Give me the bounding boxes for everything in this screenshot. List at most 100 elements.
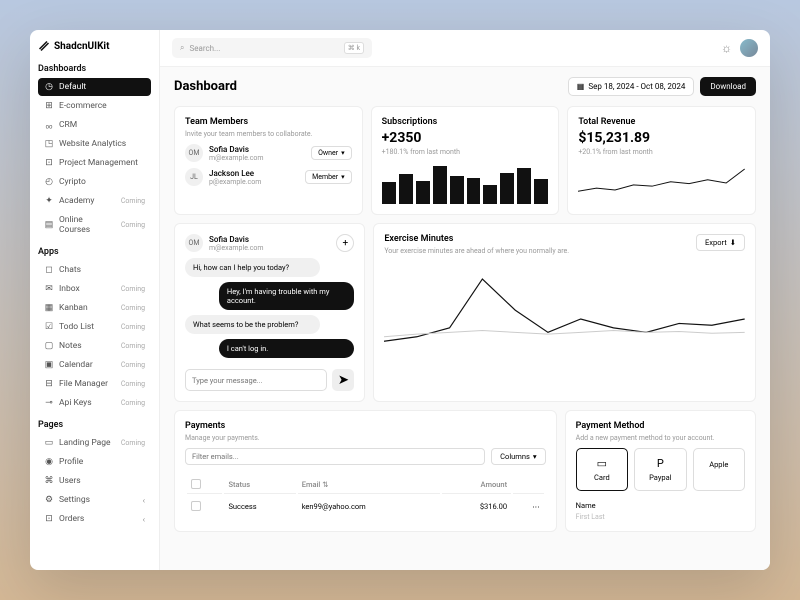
sidebar-item-default[interactable]: ◷Default — [38, 78, 151, 96]
nav-label: Todo List — [59, 322, 94, 332]
select-all-checkbox[interactable] — [191, 479, 201, 489]
sidebar: ShadcnUIKit Dashboards◷Default⊞E-commerc… — [30, 30, 160, 570]
sort-icon: ⇅ — [322, 480, 328, 489]
sidebar-item-file-manager[interactable]: ⊟File ManagerComing — [38, 375, 151, 393]
chat-message: Hi, how can I help you today? — [185, 258, 320, 277]
sidebar-item-todo-list[interactable]: ☑Todo ListComing — [38, 318, 151, 336]
nav-icon: ◷ — [44, 82, 54, 92]
sidebar-item-e-commerce[interactable]: ⊞E-commerce — [38, 97, 151, 115]
sidebar-item-inbox[interactable]: ✉InboxComing — [38, 280, 151, 298]
nav-icon: ◴ — [44, 177, 54, 187]
export-button[interactable]: Export ⬇ — [696, 234, 745, 251]
sidebar-item-website-analytics[interactable]: ◳Website Analytics — [38, 135, 151, 153]
pm-tab-label: Apple — [709, 460, 728, 469]
chat-input[interactable] — [185, 369, 327, 391]
pm-subtitle: Add a new payment method to your account… — [576, 434, 745, 442]
member-avatar: OM — [185, 144, 203, 162]
pm-tab-card[interactable]: ▭Card — [576, 448, 628, 491]
row-menu-icon[interactable]: ⋯ — [532, 502, 540, 511]
chevron-icon: ‹ — [143, 515, 145, 524]
chevron-icon: ‹ — [143, 496, 145, 505]
user-avatar[interactable] — [740, 39, 758, 57]
filter-emails-input[interactable] — [185, 448, 485, 465]
sidebar-item-landing-page[interactable]: ▭Landing PageComing — [38, 434, 151, 452]
rev-value: $15,231.89 — [578, 130, 745, 146]
payments-card: Payments Manage your payments. Columns ▾… — [174, 410, 557, 532]
chevron-down-icon: ▾ — [341, 173, 345, 181]
sidebar-item-orders[interactable]: ⊡Orders‹ — [38, 510, 151, 528]
nav-icon: ◻ — [44, 265, 54, 275]
nav-icon: ₒₒ — [44, 120, 54, 130]
cell-email: ken99@yahoo.com — [298, 496, 440, 516]
bar — [534, 179, 548, 204]
ex-subtitle: Your exercise minutes are ahead of where… — [384, 247, 569, 255]
revenue-card: Total Revenue $15,231.89 +20.1% from las… — [567, 106, 756, 215]
member-avatar: JL — [185, 168, 203, 186]
pm-tab-paypal[interactable]: PPaypal — [634, 448, 686, 491]
search-input[interactable]: ⌕ Search... ⌘ k — [172, 38, 372, 58]
columns-label: Columns — [500, 452, 530, 461]
download-button[interactable]: Download — [700, 77, 756, 96]
chat-add-button[interactable]: + — [336, 234, 354, 252]
nav-label: Chats — [59, 265, 81, 275]
sidebar-item-users[interactable]: ⌘Users — [38, 472, 151, 490]
sidebar-item-kanban[interactable]: ▦KanbanComing — [38, 299, 151, 317]
nav-label: File Manager — [59, 379, 108, 389]
sidebar-item-project-management[interactable]: ⊡Project Management — [38, 154, 151, 172]
row-checkbox[interactable] — [191, 501, 201, 511]
date-range-text: Sep 18, 2024 - Oct 08, 2024 — [588, 82, 685, 91]
nav-label: Landing Page — [59, 438, 111, 448]
nav-label: Settings — [59, 495, 90, 505]
nav-label: Profile — [59, 457, 83, 467]
nav-icon: ⊞ — [44, 101, 54, 111]
nav-icon: ▦ — [44, 303, 54, 313]
nav-icon: ⌘ — [44, 476, 54, 486]
member-name: Sofia Davis — [209, 145, 305, 154]
col-status[interactable]: Status — [224, 475, 295, 494]
team-member: OMSofia Davism@example.comOwner ▾ — [185, 144, 352, 162]
date-range-picker[interactable]: ▦ Sep 18, 2024 - Oct 08, 2024 — [568, 77, 695, 96]
subs-bar-chart — [382, 164, 549, 204]
sidebar-item-api-keys[interactable]: ⊸Api KeysComing — [38, 394, 151, 412]
sidebar-item-cyripto[interactable]: ◴Cyripto — [38, 173, 151, 191]
nav-icon: ☑ — [44, 322, 54, 332]
role-select[interactable]: Owner ▾ — [311, 146, 352, 160]
bar — [467, 178, 481, 204]
team-title: Team Members — [185, 117, 352, 127]
bar — [483, 185, 497, 204]
subs-title: Subscriptions — [382, 117, 549, 127]
nav-icon: ✉ — [44, 284, 54, 294]
nav-sections: Dashboards◷Default⊞E-commerceₒₒCRM◳Websi… — [38, 64, 151, 528]
cell-status: Success — [224, 496, 295, 516]
bar — [517, 168, 531, 204]
sidebar-item-profile[interactable]: ◉Profile — [38, 453, 151, 471]
role-select[interactable]: Member ▾ — [305, 170, 352, 184]
name-placeholder: First Last — [576, 513, 745, 521]
col-email[interactable]: Email ⇅ — [298, 475, 440, 494]
chat-user-email: m@example.com — [209, 244, 330, 252]
sidebar-item-settings[interactable]: ⚙Settings‹ — [38, 491, 151, 509]
sidebar-item-notes[interactable]: ▢NotesComing — [38, 337, 151, 355]
payments-table: Status Email ⇅ Amount Successken99@yahoo… — [185, 473, 546, 518]
col-amount[interactable]: Amount — [442, 475, 512, 494]
nav-icon: ▢ — [44, 341, 54, 351]
rev-change: +20.1% from last month — [578, 148, 745, 156]
sidebar-item-online-courses[interactable]: ▤Online CoursesComing — [38, 211, 151, 239]
nav-label: Project Management — [59, 158, 138, 168]
pm-tab-apple[interactable]: Apple — [693, 448, 745, 491]
nav-label: Api Keys — [59, 398, 92, 408]
calendar-icon: ▦ — [577, 82, 585, 91]
send-button[interactable]: ➤ — [332, 369, 354, 391]
theme-toggle-icon[interactable]: ☼ — [721, 41, 732, 55]
nav-icon: ▭ — [44, 438, 54, 448]
sidebar-item-academy[interactable]: ✦AcademyComing — [38, 192, 151, 210]
nav-label: Kanban — [59, 303, 88, 313]
nav-label: Online Courses — [59, 215, 116, 235]
sidebar-item-calendar[interactable]: ▣CalendarComing — [38, 356, 151, 374]
sidebar-item-crm[interactable]: ₒₒCRM — [38, 116, 151, 134]
columns-button[interactable]: Columns ▾ — [491, 448, 545, 465]
page-title: Dashboard — [174, 79, 237, 94]
sidebar-item-chats[interactable]: ◻ Chats — [38, 261, 151, 279]
brand-logo[interactable]: ShadcnUIKit — [38, 40, 151, 52]
bar — [500, 173, 514, 204]
